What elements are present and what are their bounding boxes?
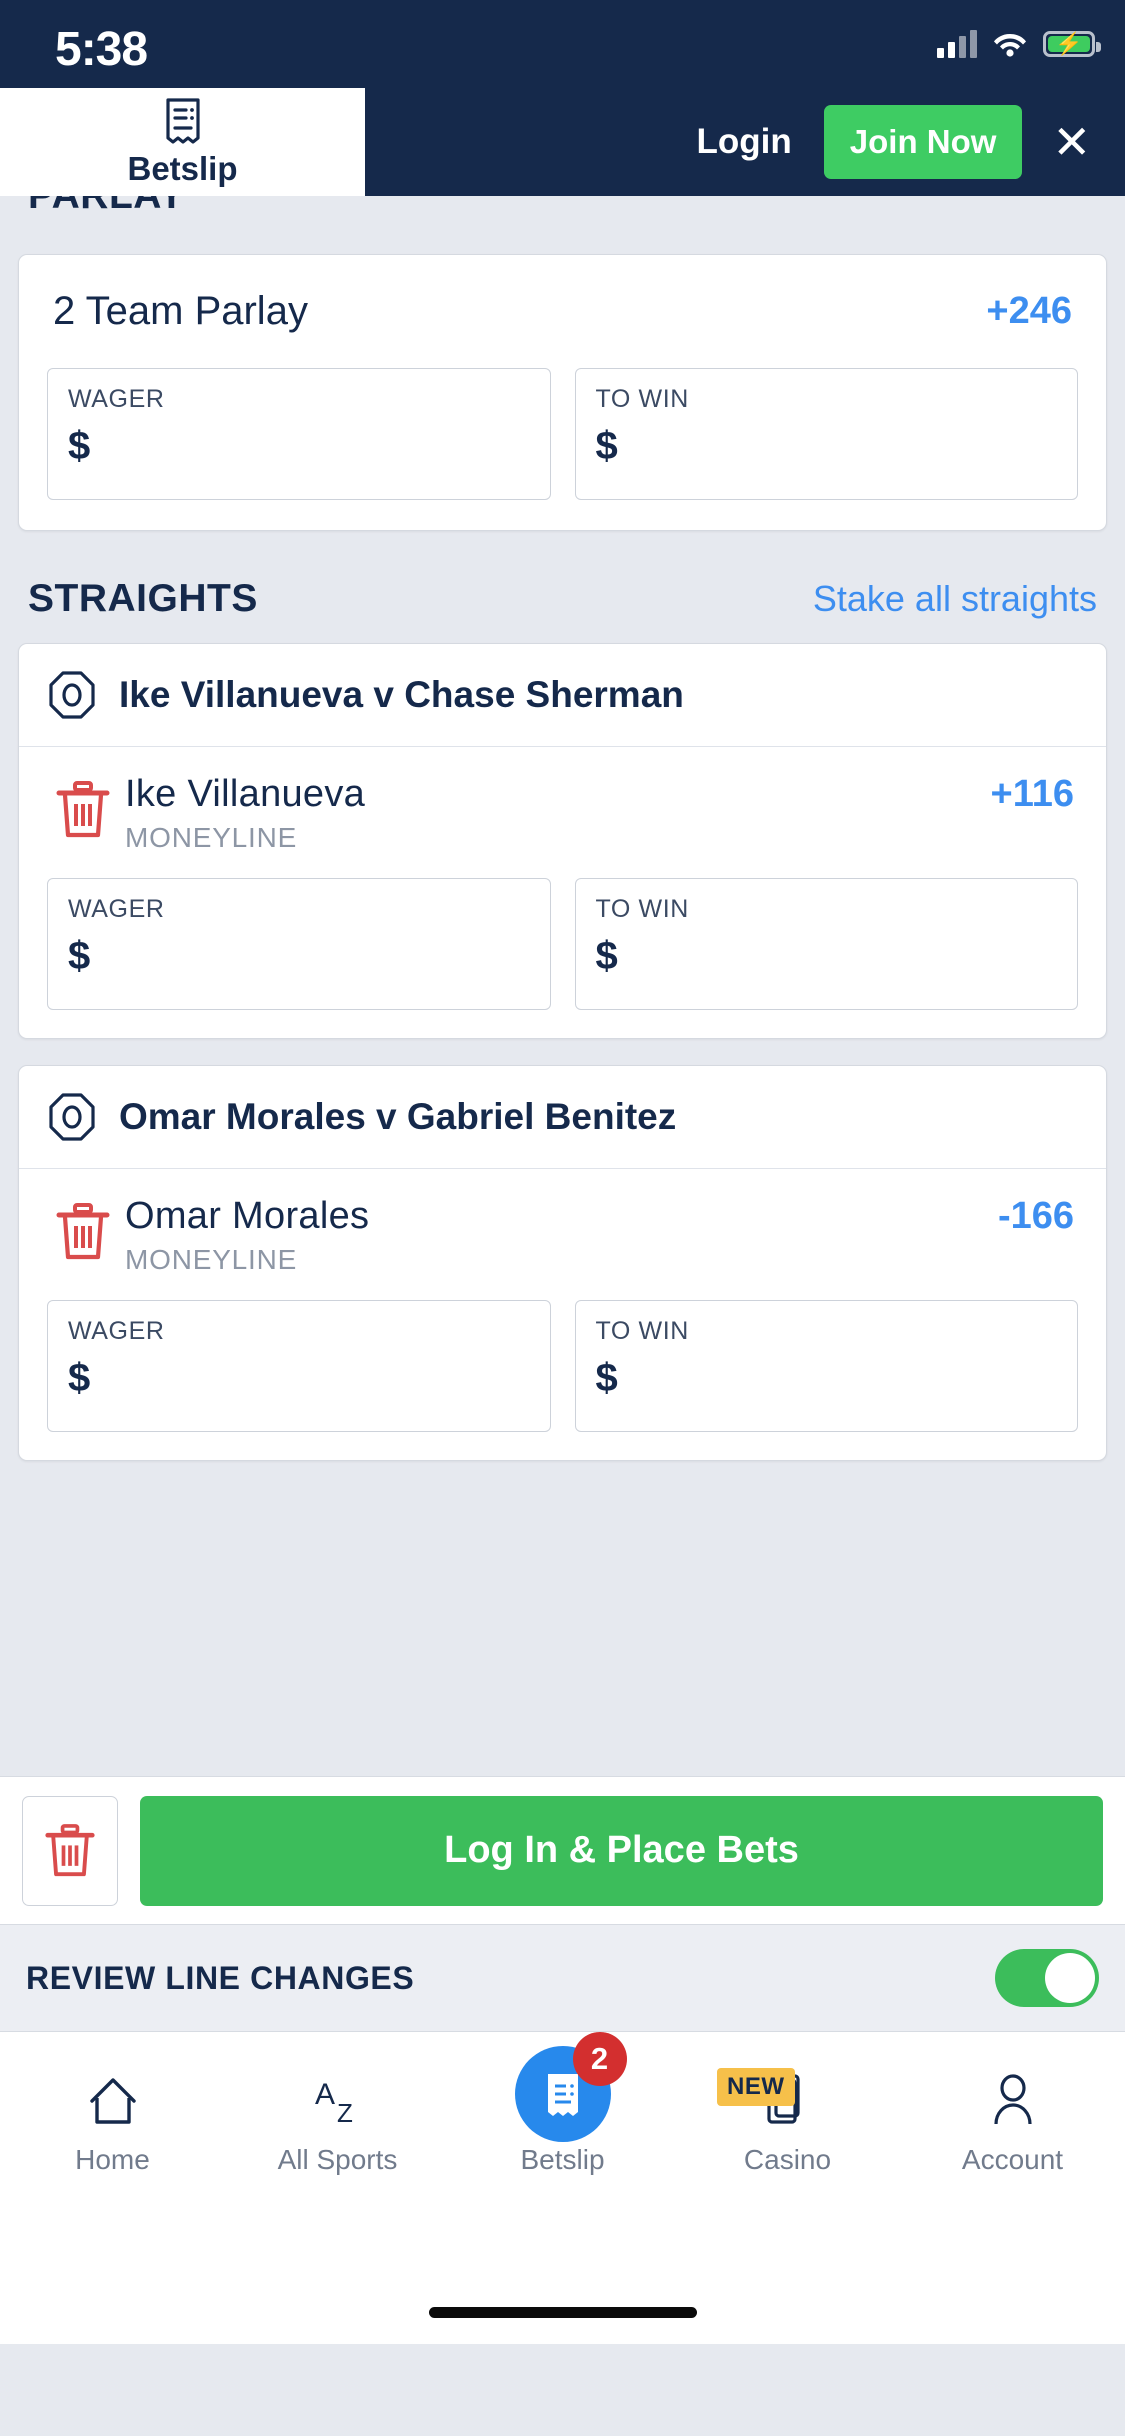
straight-wager-input[interactable]: WAGER $: [47, 1300, 551, 1432]
trash-icon: [56, 1203, 110, 1260]
matchup-label: Ike Villanueva v Chase Sherman: [119, 674, 684, 715]
parlay-section-header: PARLAY: [0, 196, 1125, 214]
parlay-towin-value: $: [595, 424, 618, 468]
parlay-towin-input[interactable]: TO WIN $: [574, 368, 1078, 500]
review-line-changes-toggle[interactable]: [995, 1949, 1099, 2007]
bet-market-label: MONEYLINE: [125, 1244, 298, 1275]
parlay-card: 2 Team Parlay +246 WAGER $ TO WIN $: [18, 254, 1107, 531]
nav-label-all-sports: All Sports: [277, 2144, 398, 2175]
delete-bet-button[interactable]: [41, 1195, 125, 1276]
clear-betslip-button[interactable]: [22, 1795, 118, 1906]
straight-wager-value: $: [68, 934, 91, 978]
cellular-signal-icon: [937, 30, 977, 58]
receipt-icon: [165, 97, 200, 144]
home-indicator: [428, 2307, 697, 2318]
bet-detail: Ike Villanueva +116 MONEYLINE: [125, 773, 1084, 854]
action-bar: Log In & Place Bets: [0, 1776, 1125, 1924]
person-icon: [993, 2074, 1032, 2125]
svg-text:Z: Z: [337, 2098, 353, 2128]
nav-item-account[interactable]: Account: [900, 2032, 1125, 2176]
matchup-row[interactable]: Omar Morales v Gabriel Benitez: [19, 1066, 1106, 1169]
review-line-changes-row: REVIEW LINE CHANGES: [0, 1924, 1125, 2032]
parlay-stake-fields: WAGER $ TO WIN $: [19, 342, 1106, 530]
straight-towin-label: TO WIN: [595, 895, 689, 923]
bottom-navigation: Home A Z All Sports 2 Betslip NEW Casino…: [0, 2032, 1125, 2344]
straight-bet-card: Omar Morales v Gabriel Benitez Omar Mora…: [18, 1065, 1107, 1461]
tab-betslip[interactable]: Betslip: [0, 88, 365, 196]
parlay-wager-label: WAGER: [68, 385, 165, 413]
parlay-card-header: 2 Team Parlay +246: [19, 255, 1106, 342]
casino-new-tag: NEW: [717, 2068, 795, 2106]
nav-label-account: Account: [961, 2144, 1064, 2175]
nav-label-home: Home: [75, 2144, 150, 2175]
nav-item-all-sports[interactable]: A Z All Sports: [225, 2032, 450, 2176]
parlay-section-title: PARLAY: [28, 196, 1097, 214]
straight-towin-label: TO WIN: [595, 1317, 689, 1345]
straight-wager-value: $: [68, 1356, 91, 1400]
straight-bet-card: Ike Villanueva v Chase Sherman Ike Villa…: [18, 643, 1107, 1039]
matchup-label: Omar Morales v Gabriel Benitez: [119, 1096, 677, 1137]
straight-wager-label: WAGER: [68, 895, 165, 923]
toggle-knob: [1045, 1953, 1095, 2003]
stake-all-straights-link[interactable]: Stake all straights: [813, 578, 1097, 620]
parlay-odds: +246: [986, 290, 1072, 332]
straight-towin-value: $: [595, 934, 618, 978]
parlay-wager-value: $: [68, 424, 91, 468]
battery-charging-icon: ⚡: [1043, 31, 1101, 57]
bet-market-label: MONEYLINE: [125, 822, 298, 853]
login-button[interactable]: Login: [665, 122, 824, 162]
svg-text:A: A: [315, 2078, 335, 2111]
straights-section-title: STRAIGHTS: [28, 577, 258, 620]
nav-item-casino[interactable]: NEW Casino: [675, 2032, 900, 2176]
nav-item-betslip[interactable]: 2 Betslip: [450, 2032, 675, 2176]
octagon-icon: [49, 671, 95, 719]
review-line-changes-label: REVIEW LINE CHANGES: [26, 1959, 415, 1996]
octagon-icon: [49, 1093, 95, 1141]
status-time: 5:38: [55, 23, 148, 76]
bet-detail: Omar Morales -166 MONEYLINE: [125, 1195, 1084, 1276]
delete-bet-button[interactable]: [41, 773, 125, 854]
bet-selection-row: Omar Morales -166 MONEYLINE: [19, 1169, 1106, 1276]
place-bets-button[interactable]: Log In & Place Bets: [140, 1795, 1103, 1906]
trash-icon: [56, 781, 110, 838]
header-actions: Login Join Now ✕: [665, 88, 1099, 196]
parlay-name: 2 Team Parlay: [53, 289, 308, 333]
home-icon: [89, 2078, 136, 2124]
tab-betslip-label: Betslip: [127, 149, 238, 187]
trash-icon: [45, 1823, 95, 1876]
bet-pick-label: Ike Villanueva: [125, 773, 366, 815]
betslip-content[interactable]: PARLAY 2 Team Parlay +246 WAGER $ TO WIN…: [0, 196, 1125, 1776]
close-icon[interactable]: ✕: [1044, 115, 1099, 169]
parlay-wager-input[interactable]: WAGER $: [47, 368, 551, 500]
straight-towin-input[interactable]: TO WIN $: [574, 878, 1078, 1010]
straight-towin-value: $: [595, 1356, 618, 1400]
nav-label-betslip: Betslip: [520, 2144, 605, 2175]
straight-stake-fields: WAGER $ TO WIN $: [19, 1276, 1106, 1460]
a-z-icon: A Z: [315, 2078, 353, 2128]
status-icons: ⚡: [937, 30, 1101, 58]
bet-odds: +116: [990, 773, 1075, 815]
app-screen: 5:38 Search ⚡: [0, 0, 1125, 2436]
join-now-button[interactable]: Join Now: [823, 105, 1023, 179]
matchup-row[interactable]: Ike Villanueva v Chase Sherman: [19, 644, 1106, 747]
straight-stake-fields: WAGER $ TO WIN $: [19, 854, 1106, 1038]
bet-pick-label: Omar Morales: [125, 1195, 370, 1237]
parlay-towin-label: TO WIN: [595, 385, 689, 413]
bet-selection-row: Ike Villanueva +116 MONEYLINE: [19, 747, 1106, 854]
straight-wager-label: WAGER: [68, 1317, 165, 1345]
betslip-nav-circle: 2: [514, 2032, 627, 2142]
straights-section-header: STRAIGHTS Stake all straights: [0, 577, 1125, 621]
nav-label-casino: Casino: [743, 2144, 832, 2175]
bet-odds: -166: [997, 1195, 1074, 1237]
straight-wager-input[interactable]: WAGER $: [47, 878, 551, 1010]
nav-item-home[interactable]: Home: [0, 2032, 225, 2176]
straight-towin-input[interactable]: TO WIN $: [574, 1300, 1078, 1432]
betslip-header: Betslip Login Join Now ✕: [0, 88, 1125, 196]
wifi-icon: [994, 34, 1026, 57]
betslip-badge-count: 2: [572, 2032, 627, 2086]
betslip-icon: [547, 2074, 578, 2116]
